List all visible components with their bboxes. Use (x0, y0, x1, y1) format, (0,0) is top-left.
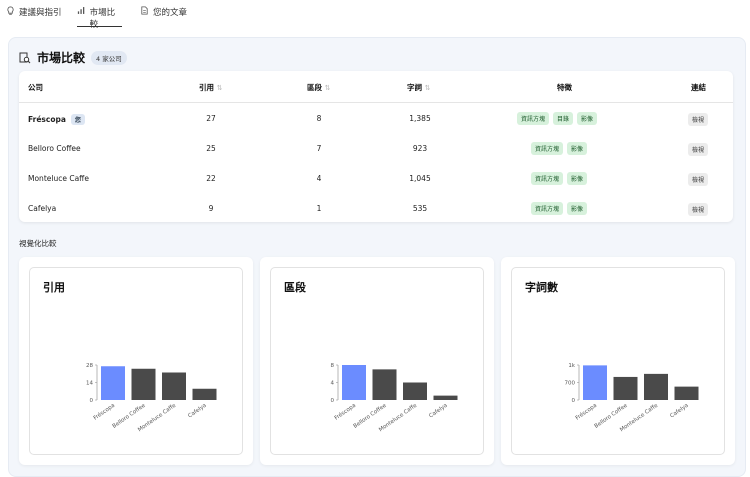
chart-card-citations: 引用 0 14 28 Fréscopa Belloro Coffee Monteluce … (19, 257, 253, 465)
citations-value: 22 (206, 174, 216, 183)
bar-belloro-coffee (372, 369, 397, 400)
citations-bar-chart: 01428FréscopaBelloro CoffeeMonteluce Caf… (86, 363, 217, 433)
col-company: 公司 (28, 83, 43, 92)
words-value: 923 (412, 144, 428, 153)
sections-bar-chart: 048FréscopaBelloro CoffeeMonteluce Caffe… (331, 363, 458, 433)
feature-tags: 資訊方塊 影像 (531, 172, 588, 185)
market-comparison-panel: 市場比較 4 家公司 公司 引用 ⇅ 區段 ⇅ 字詞 ⇅ 特徵 連結 Frésc… (8, 37, 746, 477)
feature-tags: 資訊方塊 影像 (531, 202, 588, 215)
y-tick-label: 0 (90, 398, 94, 404)
feature-tag: 資訊方塊 (531, 142, 564, 155)
y-tick-label: 14 (86, 381, 93, 387)
tab-guidance[interactable]: 建議與指引 (6, 6, 62, 26)
words-bar-chart: 07001kFréscopaBelloro CoffeeMonteluce Ca… (565, 363, 699, 433)
table-row: Fréscopa 您 27 8 1,385 資訊方塊 目錄 影像 檢視 (19, 105, 733, 135)
col-features: 特徵 (557, 83, 572, 92)
bar-belloro-coffee (131, 368, 156, 400)
y-tick-label: 4 (331, 381, 335, 387)
bar-cafelya (674, 386, 699, 400)
view-link[interactable]: 檢視 (688, 203, 709, 216)
lightbulb-icon (7, 6, 14, 15)
company-count-badge: 4 家公司 (91, 50, 127, 65)
top-tabs: 建議與指引 市場比較 您的文章 (0, 0, 750, 30)
sections-value: 7 (316, 144, 322, 153)
company-name: Monteluce Caffe (28, 174, 89, 183)
header-divider (19, 102, 733, 103)
y-tick-label: 8 (331, 363, 335, 369)
bar-cafelya (192, 388, 217, 400)
comparison-table: 公司 引用 ⇅ 區段 ⇅ 字詞 ⇅ 特徵 連結 Fréscopa 您 27 8 1… (19, 71, 733, 222)
col-words[interactable]: 字詞 ⇅ (407, 82, 431, 93)
sort-icon[interactable]: ⇅ (425, 84, 431, 92)
chart-card-sections: 區段 0 4 8 Fréscopa Belloro Coffee Monteluce Ca… (260, 257, 494, 465)
feature-tag: 資訊方塊 (517, 112, 550, 125)
view-link[interactable]: 檢視 (688, 173, 709, 186)
feature-tag: 影像 (567, 202, 588, 215)
words-value: 1,385 (409, 114, 431, 123)
tab-label: 您的文章 (153, 8, 188, 18)
x-tick-label: Cafelya (428, 403, 448, 420)
words-value: 1,045 (409, 174, 431, 183)
bar-cafelya (433, 395, 458, 400)
bar-belloro-coffee (613, 376, 638, 400)
feature-tag: 影像 (567, 172, 588, 185)
company-name: Cafelya (28, 204, 57, 213)
bar-fréscopa (583, 365, 607, 400)
bar-chart-icon (77, 7, 85, 14)
citations-value: 25 (206, 144, 216, 153)
feature-tags: 資訊方塊 影像 (531, 142, 588, 155)
feature-tag: 影像 (567, 142, 588, 155)
words-value: 535 (412, 204, 428, 213)
own-company-badge: 您 (70, 114, 85, 125)
tab-market-comparison[interactable]: 市場比較 (77, 6, 122, 30)
citations-value: 27 (206, 114, 216, 123)
y-tick-label: 700 (565, 381, 576, 387)
feature-tag: 目錄 (553, 112, 574, 125)
x-tick-label: Cafelya (187, 403, 207, 420)
table-row: Belloro Coffee 25 7 923 資訊方塊 影像 檢視 (19, 135, 733, 165)
tab-label: 建議與指引 (19, 8, 62, 18)
table-row: Cafelya 9 1 535 資訊方塊 影像 檢視 (19, 195, 733, 225)
chart-card-words: 字詞數 0 700 1k Fréscopa Belloro Coffee Monteluc… (501, 257, 735, 465)
company-name: Fréscopa 您 (28, 114, 85, 125)
visual-comparison-title: 視覺化比較 (19, 239, 57, 248)
col-sections[interactable]: 區段 ⇅ (307, 82, 331, 93)
bar-fréscopa (101, 366, 125, 400)
x-tick-label: Fréscopa (92, 402, 116, 422)
panel-title: 市場比較 (37, 51, 86, 65)
tab-your-article[interactable]: 您的文章 (140, 6, 187, 26)
sections-value: 1 (316, 204, 322, 213)
bar-monteluce-caffe (162, 372, 186, 400)
y-tick-label: 0 (331, 398, 335, 404)
sort-icon[interactable]: ⇅ (217, 84, 223, 92)
col-links: 連結 (691, 83, 706, 92)
bar-monteluce-caffe (403, 382, 427, 400)
feature-tag: 資訊方塊 (531, 202, 564, 215)
tab-label: 市場比較 (89, 8, 116, 30)
document-icon (141, 6, 148, 15)
panel-header: 市場比較 4 家公司 (19, 49, 127, 66)
feature-tag: 資訊方塊 (531, 172, 564, 185)
search-document-icon (19, 52, 31, 63)
bar-monteluce-caffe (644, 373, 668, 400)
view-link[interactable]: 檢視 (688, 113, 709, 126)
sections-value: 4 (316, 174, 322, 183)
company-name: Belloro Coffee (28, 144, 81, 153)
citations-value: 9 (208, 204, 214, 213)
sort-icon[interactable]: ⇅ (325, 84, 331, 92)
table-row: Monteluce Caffe 22 4 1,045 資訊方塊 影像 檢視 (19, 165, 733, 195)
view-link[interactable]: 檢視 (688, 143, 709, 156)
x-tick-label: Fréscopa (333, 402, 357, 422)
sections-value: 8 (316, 114, 322, 123)
feature-tag: 影像 (577, 112, 598, 125)
y-tick-label: 1k (568, 363, 575, 369)
feature-tags: 資訊方塊 目錄 影像 (517, 112, 598, 125)
y-tick-label: 28 (86, 363, 93, 369)
col-citations[interactable]: 引用 ⇅ (199, 82, 223, 93)
x-tick-label: Fréscopa (574, 402, 598, 422)
bar-fréscopa (342, 365, 366, 400)
x-tick-label: Cafelya (669, 403, 689, 420)
y-tick-label: 0 (572, 398, 576, 404)
